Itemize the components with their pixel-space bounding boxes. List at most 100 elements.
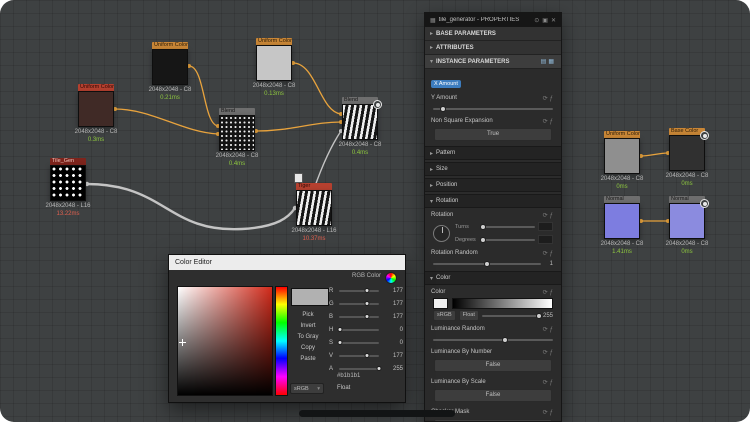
node-uniform-color[interactable]: Uniform Color 2048x2048 - C8 0.21ms	[152, 42, 188, 85]
color-swatch[interactable]	[433, 298, 448, 309]
slider-value[interactable]: 177	[382, 288, 403, 294]
slider-value[interactable]: 177	[382, 314, 403, 320]
function-icon[interactable]: ƒ	[550, 213, 555, 219]
node-tiger[interactable]: Tiger 2048x2048 - L16 10.37ms	[296, 183, 332, 226]
pick-button[interactable]: Pick	[287, 312, 329, 318]
color-gradient-row	[425, 297, 561, 309]
turns-value-box[interactable]	[538, 222, 553, 231]
color-value-slider[interactable]	[482, 315, 540, 317]
properties-titlebar[interactable]: ▦ tile_generator - PROPERTIES ⊙ ▣ ✕	[425, 13, 561, 27]
float-button[interactable]: Float	[337, 385, 350, 391]
node-thumbnail[interactable]	[669, 203, 705, 239]
subsection-pattern[interactable]: ▸ Pattern	[425, 146, 561, 160]
node-thumbnail[interactable]	[219, 115, 255, 151]
subsection-size[interactable]: ▸ Size	[425, 162, 561, 176]
subsection-position[interactable]: ▸ Position	[425, 178, 561, 192]
reset-icon[interactable]: ⟳	[543, 119, 550, 125]
slider-value[interactable]: 0	[382, 340, 403, 346]
srgb-button[interactable]: sRGB	[433, 310, 456, 321]
slider-value[interactable]: 255	[382, 366, 403, 372]
color-mode-label[interactable]: RGB Color	[352, 273, 381, 279]
reset-icon[interactable]: ⟳	[543, 327, 550, 333]
slider-row-h[interactable]: H 0	[329, 325, 403, 334]
degrees-value-box[interactable]	[538, 235, 553, 244]
grid-icon[interactable]: ▦	[548, 59, 556, 65]
section-instance-parameters[interactable]: ▾ INSTANCE PARAMETERS ▤▦	[425, 55, 561, 69]
luminance-random-slider[interactable]	[425, 334, 561, 345]
node-base-color[interactable]: Base Color 2048x2048 - C8 0ms	[669, 128, 705, 171]
node-thumbnail[interactable]	[296, 190, 332, 226]
srgb-dropdown[interactable]: sRGB ▾	[290, 383, 324, 394]
slider-row-v[interactable]: V 177	[329, 351, 403, 360]
slider-row-a[interactable]: A 255	[329, 364, 403, 373]
function-icon[interactable]: ƒ	[550, 380, 555, 386]
node-thumbnail[interactable]	[256, 45, 292, 81]
slider-row-s[interactable]: S 0	[329, 338, 403, 347]
non-square-expansion-toggle[interactable]: True	[434, 128, 552, 141]
reset-icon[interactable]: ⟳	[543, 96, 550, 102]
reset-icon[interactable]: ⟳	[543, 410, 550, 416]
subsection-color[interactable]: ▾ Color	[425, 271, 561, 285]
section-base-parameters[interactable]: ▸ BASE PARAMETERS	[425, 27, 561, 41]
luminance-gradient[interactable]	[452, 298, 553, 309]
luminance-by-number-toggle[interactable]: False	[434, 359, 552, 372]
y-amount-slider[interactable]	[425, 103, 561, 114]
copy-button[interactable]: Copy	[287, 345, 329, 351]
node-normal[interactable]: Normal 2048x2048 - C8 1.41ms	[604, 196, 640, 239]
function-icon[interactable]: ƒ	[550, 327, 555, 333]
node-normal[interactable]: Normal 2048x2048 - C8 0ms	[669, 196, 705, 239]
function-icon[interactable]: ƒ	[550, 119, 555, 125]
node-blend[interactable]: Blend 2048x2048 - C8 0.4ms	[219, 108, 255, 151]
node-thumbnail[interactable]	[342, 104, 378, 140]
function-icon[interactable]: ƒ	[550, 290, 555, 296]
float-button[interactable]: Float	[459, 310, 479, 321]
function-icon[interactable]: ƒ	[550, 251, 555, 257]
reset-icon[interactable]: ⟳	[543, 290, 550, 296]
function-icon[interactable]: ƒ	[550, 350, 555, 356]
node-thumbnail[interactable]	[604, 138, 640, 174]
reset-icon[interactable]: ⟳	[543, 350, 550, 356]
dock-icon[interactable]: ▣	[542, 17, 548, 24]
slider-value[interactable]: 177	[382, 301, 403, 307]
section-attributes[interactable]: ▸ ATTRIBUTES	[425, 41, 561, 55]
hex-value[interactable]: #b1b1b1	[337, 373, 360, 379]
rotation-random-slider[interactable]: 1	[425, 258, 561, 269]
node-uniform-color[interactable]: Uniform Color 2048x2048 - C8 0.3ms	[78, 84, 114, 127]
degrees-slider[interactable]	[480, 239, 535, 241]
subsection-rotation[interactable]: ▾ Rotation	[425, 194, 561, 208]
exposed-param-chip[interactable]: X Amount	[431, 80, 461, 88]
node-thumbnail[interactable]	[78, 91, 114, 127]
reset-icon[interactable]: ⟳	[543, 213, 550, 219]
close-icon[interactable]: ✕	[551, 17, 556, 24]
param-label-text: Luminance By Number	[431, 349, 492, 355]
turns-slider[interactable]	[480, 226, 535, 228]
node-thumbnail[interactable]	[604, 203, 640, 239]
slider-value[interactable]: 177	[382, 353, 403, 359]
color-wheel-icon[interactable]	[385, 272, 397, 284]
to-gray-button[interactable]: To Gray	[287, 334, 329, 340]
node-uniform-color[interactable]: Uniform Color 2048x2048 - C8 0.13ms	[256, 38, 292, 81]
luminance-by-scale-toggle[interactable]: False	[434, 389, 552, 402]
paste-button[interactable]: Paste	[287, 356, 329, 362]
color-editor-title[interactable]: Color Editor	[169, 255, 405, 270]
node-thumbnail[interactable]	[50, 165, 86, 201]
slider-row-r[interactable]: R 177	[329, 286, 403, 295]
slider-row-b[interactable]: B 177	[329, 312, 403, 321]
function-icon[interactable]: ƒ	[550, 410, 555, 416]
slider-row-g[interactable]: G 177	[329, 299, 403, 308]
saturation-value-picker[interactable]	[177, 286, 273, 396]
pin-icon[interactable]: ⊙	[534, 17, 539, 24]
rotation-dial[interactable]	[433, 225, 450, 242]
invert-button[interactable]: Invert	[287, 323, 329, 329]
reset-icon[interactable]: ⟳	[543, 251, 550, 257]
node-thumbnail[interactable]	[152, 49, 188, 85]
reset-icon[interactable]: ⟳	[543, 380, 550, 386]
node-tile-generator[interactable]: Tile_Gen 2048x2048 - L16 13.22ms	[50, 158, 86, 201]
hue-strip[interactable]	[275, 286, 288, 396]
function-icon[interactable]: ƒ	[550, 96, 555, 102]
node-uniform-color[interactable]: Uniform Color 2048x2048 - C8 0ms	[604, 131, 640, 174]
node-thumbnail[interactable]	[669, 135, 705, 171]
window-handle	[299, 410, 455, 417]
node-blend[interactable]: Blend 2048x2048 - C8 0.4ms	[342, 97, 378, 140]
slider-value[interactable]: 0	[382, 327, 403, 333]
